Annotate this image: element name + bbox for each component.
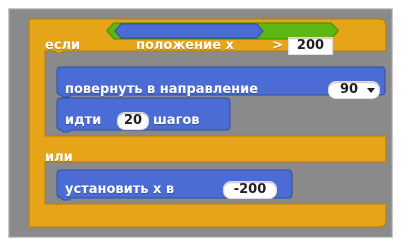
turn-direction-label: повернуть в направление: [65, 82, 259, 97]
x-position-reporter[interactable]: положение x: [136, 38, 234, 54]
direction-dropdown[interactable]: 90: [328, 81, 380, 99]
if-label: если: [45, 38, 81, 53]
stage: если положение x > 200 повернуть в напра…: [0, 0, 403, 244]
move-label: идти: [65, 113, 102, 128]
steps-input[interactable]: 20: [117, 112, 149, 130]
set-x-input[interactable]: -200: [223, 181, 277, 199]
condition-value-input[interactable]: 200: [288, 37, 333, 55]
set-x-label: установить x в: [65, 182, 175, 197]
else-label: или: [45, 150, 73, 165]
greater-than-operator: >: [272, 38, 283, 53]
dropdown-arrow-icon[interactable]: [367, 88, 375, 93]
direction-value: 90: [339, 82, 359, 97]
steps-label: шагов: [153, 113, 200, 128]
script-area: если положение x > 200 повернуть в напра…: [8, 8, 393, 238]
